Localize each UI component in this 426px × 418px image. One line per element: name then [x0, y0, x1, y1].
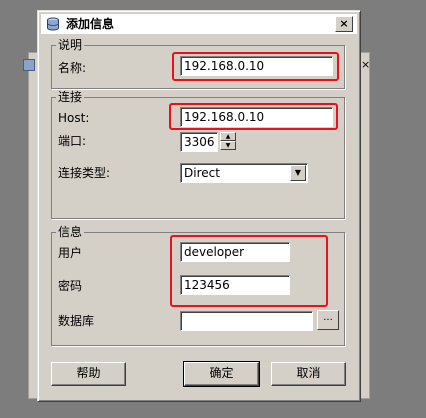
connection-group-legend: 连接 [58, 90, 83, 104]
name-input[interactable]: 192.168.0.10 [180, 56, 333, 76]
connection-type-select[interactable]: Direct ▼ [180, 163, 308, 183]
info-group-legend: 信息 [58, 225, 83, 239]
password-label: 密码 [58, 279, 83, 293]
user-input[interactable]: developer [180, 242, 290, 262]
port-spin-up-button[interactable]: ▲ [220, 132, 236, 141]
background-window-icon [23, 59, 35, 71]
user-label: 用户 [58, 246, 83, 260]
database-input[interactable] [180, 311, 313, 331]
port-spin-down-button[interactable]: ▼ [220, 141, 236, 150]
add-info-dialog: 添加信息 × 说明 名称: 192.168.0.10 连接 Host: 192.… [37, 10, 361, 402]
close-button[interactable]: × [335, 16, 353, 32]
title-bar[interactable]: 添加信息 × [41, 14, 357, 34]
database-icon [47, 17, 59, 31]
help-button[interactable]: 帮助 [51, 362, 126, 386]
port-input[interactable]: 3306 [180, 132, 218, 152]
description-group-legend: 说明 [58, 38, 83, 52]
name-label: 名称: [58, 61, 87, 75]
password-input[interactable]: 123456 [180, 275, 290, 295]
ok-button[interactable]: 确定 [183, 361, 260, 387]
host-input[interactable]: 192.168.0.10 [180, 107, 333, 127]
connection-type-label: 连接类型: [58, 166, 111, 180]
connection-type-value: Direct [184, 166, 220, 180]
port-label: 端口: [58, 134, 87, 148]
cancel-button[interactable]: 取消 [271, 362, 346, 386]
dialog-title: 添加信息 [66, 17, 115, 31]
background-window-close-icon: × [361, 58, 371, 71]
database-label: 数据库 [58, 314, 95, 328]
database-browse-button[interactable]: ... [317, 310, 339, 330]
host-label: Host: [58, 111, 90, 125]
dropdown-arrow-icon[interactable]: ▼ [290, 165, 306, 181]
